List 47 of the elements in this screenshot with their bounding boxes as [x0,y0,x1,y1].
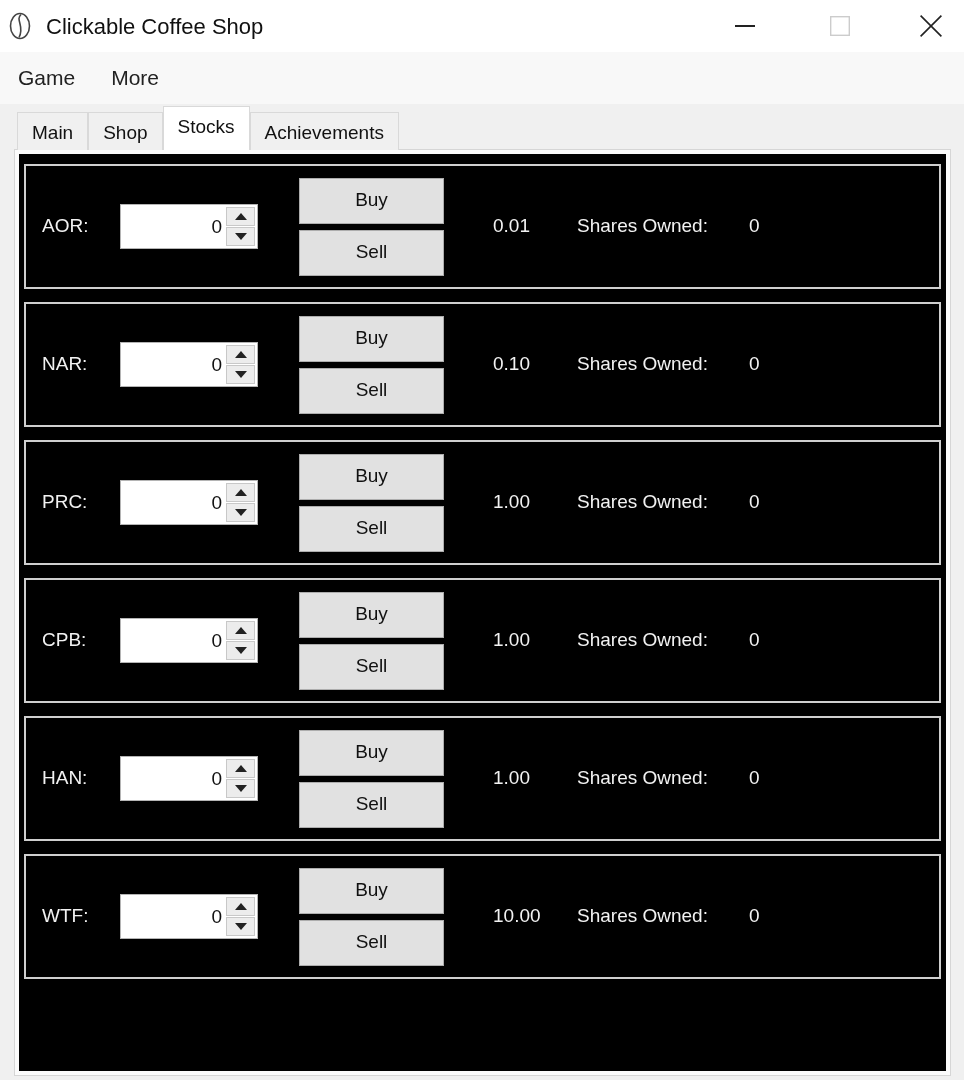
shares-owned-value: 0 [749,628,760,653]
price-text: 1.00 [493,766,531,791]
stock-symbol-label: NAR: [42,352,89,377]
stock-symbol-label: CPB: [42,628,88,653]
sell-button[interactable]: Sell [299,229,444,276]
buy-button[interactable]: Buy [299,729,444,776]
sell-button[interactable]: Sell [299,643,444,690]
shares-owned-value: 0 [749,352,760,377]
shares-owned-label: Shares Owned: [577,352,709,377]
stock-symbol-label: AOR: [42,214,90,239]
buy-button[interactable]: Buy [299,177,444,224]
sell-button[interactable]: Sell [299,781,444,828]
sell-button[interactable]: Sell [299,367,444,414]
menu-item[interactable]: Game [8,62,86,94]
tab[interactable]: Shop [88,112,163,150]
buy-button[interactable]: Buy [299,867,444,914]
shares-owned-value: 0 [749,904,760,929]
tab[interactable]: Achievements [249,112,399,150]
sell-button[interactable]: Sell [299,919,444,966]
minimize-icon [735,25,755,27]
shares-owned-label: Shares Owned: [577,490,709,515]
price-text: 1.00 [493,628,531,653]
tab[interactable]: Stocks [162,106,250,150]
buy-button[interactable]: Buy [299,453,444,500]
tab[interactable]: Main [17,112,89,150]
buy-button[interactable]: Buy [299,315,444,362]
shares-owned-label: Shares Owned: [577,214,709,239]
shares-owned-value: 0 [749,490,760,515]
coffee-bean-icon [9,12,31,40]
stock-symbol-label: WTF: [42,904,90,929]
sell-button[interactable]: Sell [299,505,444,552]
shares-owned-value: 0 [749,766,760,791]
menu-item[interactable]: More [101,62,170,94]
stock-symbol-label: PRC: [42,490,89,515]
shares-owned-label: Shares Owned: [577,766,709,791]
buy-button[interactable]: Buy [299,591,444,638]
shares-owned-value: 0 [749,214,760,239]
shares-owned-label: Shares Owned: [577,904,709,929]
price-text: 10.00 [493,904,542,929]
price-text: 1.00 [493,490,531,515]
shares-owned-label: Shares Owned: [577,628,709,653]
maximize-icon [830,16,850,36]
close-icon [920,15,942,37]
price-text: 0.10 [493,352,531,377]
stock-symbol-label: HAN: [42,766,89,791]
price-text: 0.01 [493,214,531,239]
window-title: Clickable Coffee Shop [46,12,264,41]
